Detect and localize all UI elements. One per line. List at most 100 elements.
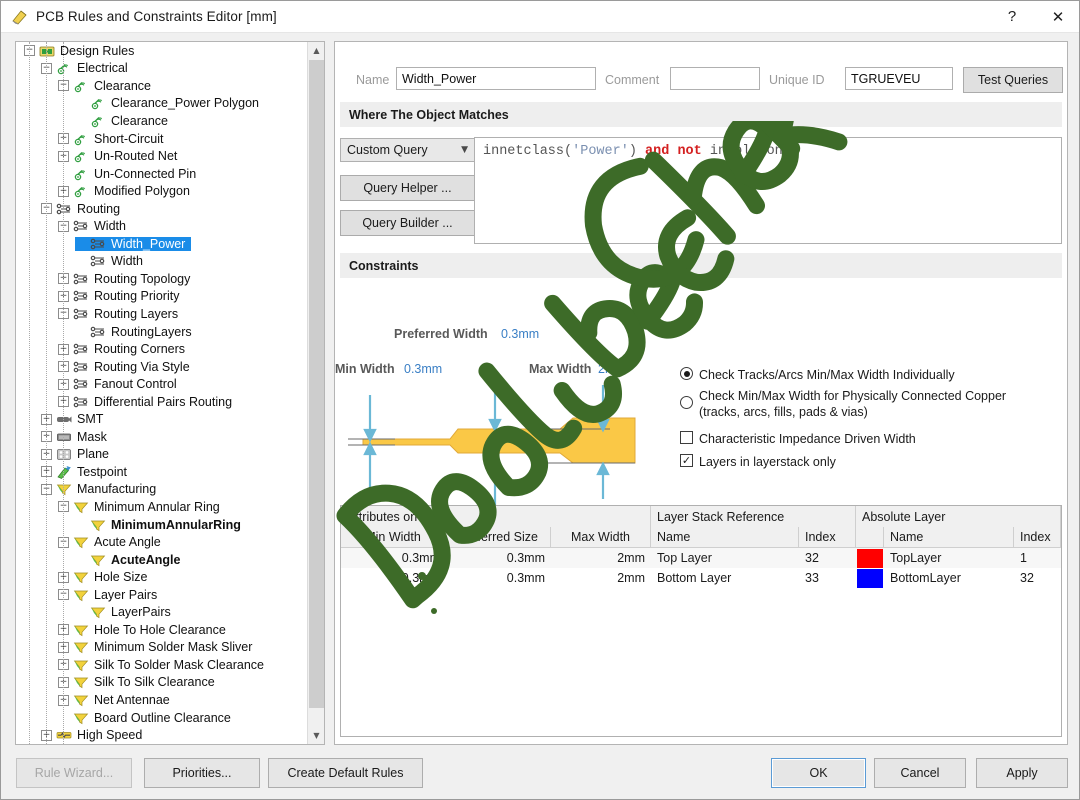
tree-item-minimum-solder-mask-sliver[interactable]: +Minimum Solder Mask Sliver — [16, 639, 308, 657]
tree-item-minimumannularring[interactable]: MinimumAnnularRing — [16, 516, 308, 534]
scroll-down-arrow-icon[interactable]: ▼ — [308, 727, 325, 744]
tree-item-routing-topology[interactable]: +Routing Topology — [16, 270, 308, 288]
rule-wizard-button[interactable]: Rule Wizard... — [16, 758, 132, 788]
tree-item-minimum-annular-ring[interactable]: −Minimum Annular Ring — [16, 498, 308, 516]
tree-item-label: Short-Circuit — [92, 132, 165, 146]
tree-item-width-power[interactable]: Width_Power — [16, 235, 308, 253]
option-impedance-driven[interactable]: Characteristic Impedance Driven Width — [680, 431, 1020, 447]
comment-input[interactable] — [670, 67, 760, 90]
table-column-header[interactable]: Preferred Size — [446, 527, 551, 547]
tree-item-design-rules[interactable]: −Design Rules — [16, 42, 308, 60]
table-column-header[interactable]: Min Width — [341, 527, 446, 547]
table-column-header[interactable]: Name — [651, 527, 799, 547]
checkbox-impedance-driven[interactable] — [680, 431, 693, 444]
table-row[interactable]: 0.3mm0.3mm2mmTop Layer32TopLayer1 — [341, 548, 1061, 568]
tree-item-routing-corners[interactable]: +Routing Corners — [16, 340, 308, 358]
tree-item-clearance-power-polygon[interactable]: Clearance_Power Polygon — [16, 95, 308, 113]
tree-item-silk-to-solder-mask-clearance[interactable]: +Silk To Solder Mask Clearance — [16, 656, 308, 674]
test-queries-button[interactable]: Test Queries — [963, 67, 1063, 93]
max-width-value[interactable]: 2mm — [598, 362, 626, 376]
query-helper-button[interactable]: Query Helper ... — [340, 175, 475, 201]
tree-item-smt[interactable]: +SMT — [16, 410, 308, 428]
help-button[interactable]: ? — [989, 1, 1035, 32]
tree-item-routing-priority[interactable]: +Routing Priority — [16, 288, 308, 306]
radio-check-individually[interactable] — [680, 367, 693, 380]
tree-item-plane[interactable]: +Plane — [16, 446, 308, 464]
tree-item-board-outline-clearance[interactable]: Board Outline Clearance — [16, 709, 308, 727]
close-button[interactable]: ✕ — [1035, 1, 1080, 32]
ok-button[interactable]: OK — [771, 758, 866, 788]
tree-item-clearance[interactable]: Clearance — [16, 112, 308, 130]
tree-item-un-routed-net[interactable]: +Un-Routed Net — [16, 147, 308, 165]
tree-item-clearance[interactable]: −Clearance — [16, 77, 308, 95]
table-cell-abs-index: 1 — [1014, 548, 1061, 568]
track-width-diagram: Preferred Width 0.3mm Min Width 0.3mm Ma… — [335, 282, 685, 527]
tree-item-silk-to-silk-clearance[interactable]: +Silk To Silk Clearance — [16, 674, 308, 692]
max-width-label: Max Width — [529, 362, 591, 376]
tree-item-net-antennae[interactable]: +Net Antennae — [16, 691, 308, 709]
tree-item-layerpairs[interactable]: LayerPairs — [16, 604, 308, 622]
tree-item-differential-pairs-routing[interactable]: +Differential Pairs Routing — [16, 393, 308, 411]
tree-item-label: Layer Pairs — [92, 588, 159, 602]
manufacturing-icon — [90, 553, 106, 567]
query-scope-dropdown[interactable]: Custom Query ▼ — [340, 138, 475, 162]
tree-spacer — [75, 256, 86, 267]
rules-tree-panel[interactable]: −Design Rules−Electrical−ClearanceCleara… — [15, 41, 325, 745]
routing-icon — [90, 237, 106, 251]
cancel-button[interactable]: Cancel — [874, 758, 966, 788]
tree-item-width[interactable]: −Width — [16, 217, 308, 235]
tree-item-hole-to-hole-clearance[interactable]: +Hole To Hole Clearance — [16, 621, 308, 639]
checkbox-layers-in-layerstack[interactable]: ✓ — [680, 454, 693, 467]
tree-item-label: Minimum Solder Mask Sliver — [92, 640, 254, 654]
tree-item-routing-via-style[interactable]: +Routing Via Style — [16, 358, 308, 376]
option-layers-in-layerstack[interactable]: ✓ Layers in layerstack only — [680, 454, 1020, 470]
tree-item-manufacturing[interactable]: −Manufacturing — [16, 481, 308, 499]
tree-item-acuteangle[interactable]: AcuteAngle — [16, 551, 308, 569]
track-shape-graphic — [335, 377, 685, 512]
tree-item-routing-layers[interactable]: −Routing Layers — [16, 305, 308, 323]
table-column-header[interactable]: Index — [1014, 527, 1061, 547]
manufacturing-icon — [73, 693, 89, 707]
tree-vertical-scrollbar[interactable]: ▲ ▼ — [307, 42, 324, 744]
routing-icon — [90, 254, 106, 268]
tree-item-testpoint[interactable]: +Testpoint — [16, 463, 308, 481]
tree-spacer — [75, 238, 86, 249]
tree-item-high-speed[interactable]: +High Speed — [16, 726, 308, 744]
unique-id-input[interactable]: TGRUEVEU — [845, 67, 953, 90]
min-width-label: Min Width — [335, 362, 395, 376]
preferred-width-value[interactable]: 0.3mm — [501, 327, 539, 341]
create-default-rules-button[interactable]: Create Default Rules — [268, 758, 423, 788]
table-column-header[interactable] — [856, 527, 884, 547]
radio-check-connected[interactable] — [680, 396, 693, 409]
tree-item-routinglayers[interactable]: RoutingLayers — [16, 323, 308, 341]
tree-item-fanout-control[interactable]: +Fanout Control — [16, 375, 308, 393]
table-column-header[interactable]: Index — [799, 527, 856, 547]
table-column-header[interactable]: Name — [884, 527, 1014, 547]
priorities-button[interactable]: Priorities... — [144, 758, 260, 788]
table-row[interactable]: 0.3mm0.3mm2mmBottom Layer33BottomLayer32 — [341, 568, 1061, 588]
option-check-individually[interactable]: Check Tracks/Arcs Min/Max Width Individu… — [680, 367, 1060, 383]
tree-item-acute-angle[interactable]: −Acute Angle — [16, 533, 308, 551]
tree-item-short-circuit[interactable]: +Short-Circuit — [16, 130, 308, 148]
rules-tree[interactable]: −Design Rules−Electrical−ClearanceCleara… — [16, 42, 308, 744]
option-check-connected[interactable]: Check Min/Max Width for Physically Conne… — [680, 388, 1065, 420]
layer-attributes-table[interactable]: Attributes on LayerLayer Stack Reference… — [340, 505, 1062, 737]
tree-item-modified-polygon[interactable]: +Modified Polygon — [16, 182, 308, 200]
table-column-header[interactable]: Max Width — [551, 527, 651, 547]
query-editor[interactable]: innetclass('Power') and not inpolygon — [474, 137, 1062, 244]
tree-item-electrical[interactable]: −Electrical — [16, 60, 308, 78]
name-input[interactable]: Width_Power — [396, 67, 596, 90]
tree-item-mask[interactable]: +Mask — [16, 428, 308, 446]
tree-item-width[interactable]: Width — [16, 253, 308, 271]
query-builder-button[interactable]: Query Builder ... — [340, 210, 475, 236]
table-group-header: Attributes on Layer — [341, 506, 651, 527]
min-width-value[interactable]: 0.3mm — [404, 362, 442, 376]
table-cell-min-width: 0.3mm — [341, 568, 446, 588]
tree-item-routing[interactable]: −Routing — [16, 200, 308, 218]
tree-item-un-connected-pin[interactable]: Un-Connected Pin — [16, 165, 308, 183]
tree-item-hole-size[interactable]: +Hole Size — [16, 568, 308, 586]
tree-item-layer-pairs[interactable]: −Layer Pairs — [16, 586, 308, 604]
scrollbar-thumb[interactable] — [309, 60, 324, 708]
scroll-up-arrow-icon[interactable]: ▲ — [308, 42, 325, 59]
apply-button[interactable]: Apply — [976, 758, 1068, 788]
